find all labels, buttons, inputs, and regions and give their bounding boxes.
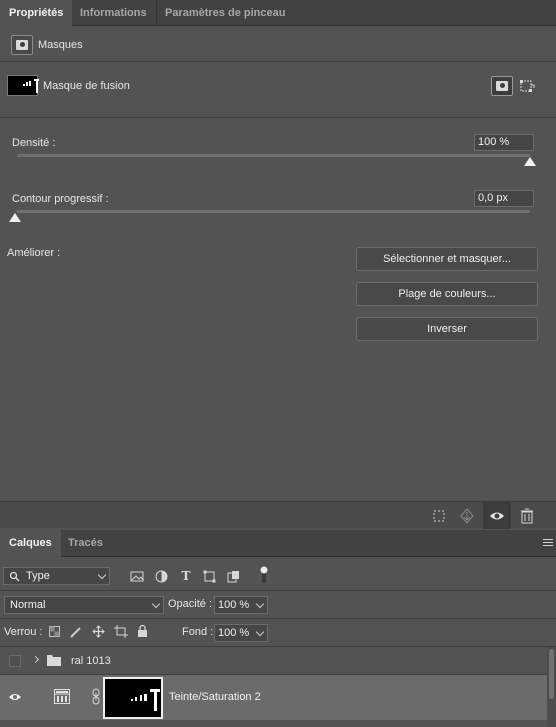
feather-label: Contour progressif : [12, 193, 109, 205]
filter-toggle-icon[interactable] [259, 566, 269, 584]
blend-mode-dropdown[interactable]: Normal [4, 596, 164, 614]
layer-mask-thumbnail[interactable] [103, 677, 163, 719]
tab-layers[interactable]: Calques [0, 530, 61, 558]
lock-image-pixels-icon[interactable] [70, 625, 83, 638]
filter-kind-dropdown[interactable]: Type [3, 567, 110, 585]
lock-label: Verrou : [4, 626, 43, 638]
layer-row-group[interactable]: ral 1013 [0, 647, 556, 674]
eye-icon[interactable] [484, 503, 510, 529]
tab-informations[interactable]: Informations [71, 0, 157, 26]
eye-icon[interactable] [8, 691, 22, 703]
divider [0, 590, 556, 591]
opacity-label: Opacité : [168, 598, 213, 610]
folder-icon [47, 655, 61, 666]
vector-mask-icon[interactable] [519, 78, 535, 94]
layers-scrollbar[interactable] [547, 647, 556, 727]
properties-tabbar: Propriétés Informations Paramètres de pi… [0, 0, 556, 27]
fill-field[interactable]: 100 % [214, 624, 268, 642]
pixel-mask-icon[interactable] [491, 76, 513, 96]
opacity-field[interactable]: 100 % [214, 596, 268, 614]
tab-brush-settings[interactable]: Paramètres de pinceau [156, 0, 294, 26]
color-range-button[interactable]: Plage de couleurs... [356, 282, 538, 306]
panel-menu-icon[interactable] [543, 539, 553, 546]
invert-button[interactable]: Inverser [356, 317, 538, 341]
divider [0, 117, 556, 118]
type-filter-icon[interactable]: T [179, 569, 193, 583]
mask-thumbnail [7, 75, 39, 96]
properties-bottom-bar [0, 501, 556, 529]
layers-tabbar: Calques Tracés [0, 530, 556, 558]
select-and-mask-button[interactable]: Sélectionner et masquer... [356, 247, 538, 271]
fill-label: Fond : [182, 626, 214, 638]
lock-artboard-icon[interactable] [114, 625, 128, 638]
mask-name: Masque de fusion [43, 80, 130, 92]
search-icon [9, 571, 20, 582]
layer-row-adjustment[interactable]: Teinte/Saturation 2 [0, 675, 556, 720]
visibility-toggle-empty[interactable] [9, 655, 21, 667]
shape-filter-icon[interactable] [203, 570, 216, 583]
divider [0, 61, 556, 62]
lock-transparent-pixels-icon[interactable] [49, 626, 60, 637]
mask-link-icon[interactable] [92, 688, 100, 705]
filter-kind-value: Type [26, 570, 50, 582]
trash-icon[interactable] [514, 503, 540, 529]
hue-saturation-adjustment-icon [54, 689, 70, 704]
layer-name: Teinte/Saturation 2 [169, 691, 261, 703]
lock-position-icon[interactable] [92, 625, 105, 638]
expand-chevron-icon[interactable] [31, 655, 40, 664]
density-slider-thumb[interactable] [524, 157, 536, 166]
density-slider-track[interactable] [17, 154, 530, 157]
density-label: Densité : [12, 137, 56, 149]
refine-label: Améliorer : [7, 247, 61, 259]
section-title: Masques [38, 39, 83, 51]
layer-name: ral 1013 [71, 655, 111, 667]
opacity-value: 100 % [218, 599, 250, 611]
feather-field[interactable]: 0,0 px [474, 190, 534, 207]
smart-object-filter-icon[interactable] [227, 570, 240, 583]
feather-slider-track[interactable] [17, 210, 530, 213]
fill-value: 100 % [218, 627, 250, 639]
density-field[interactable]: 100 % [474, 134, 534, 151]
masks-icon [11, 35, 33, 55]
divider [0, 618, 556, 619]
lock-all-icon[interactable] [137, 624, 148, 638]
image-filter-icon[interactable] [130, 570, 144, 583]
apply-mask-icon[interactable] [454, 503, 480, 529]
feather-slider-thumb[interactable] [9, 213, 21, 222]
blend-mode-value: Normal [10, 599, 46, 611]
tab-properties[interactable]: Propriétés [0, 0, 73, 27]
selection-from-mask-icon[interactable] [426, 503, 452, 529]
tab-paths[interactable]: Tracés [59, 530, 112, 556]
adjustment-filter-icon[interactable] [155, 570, 168, 583]
